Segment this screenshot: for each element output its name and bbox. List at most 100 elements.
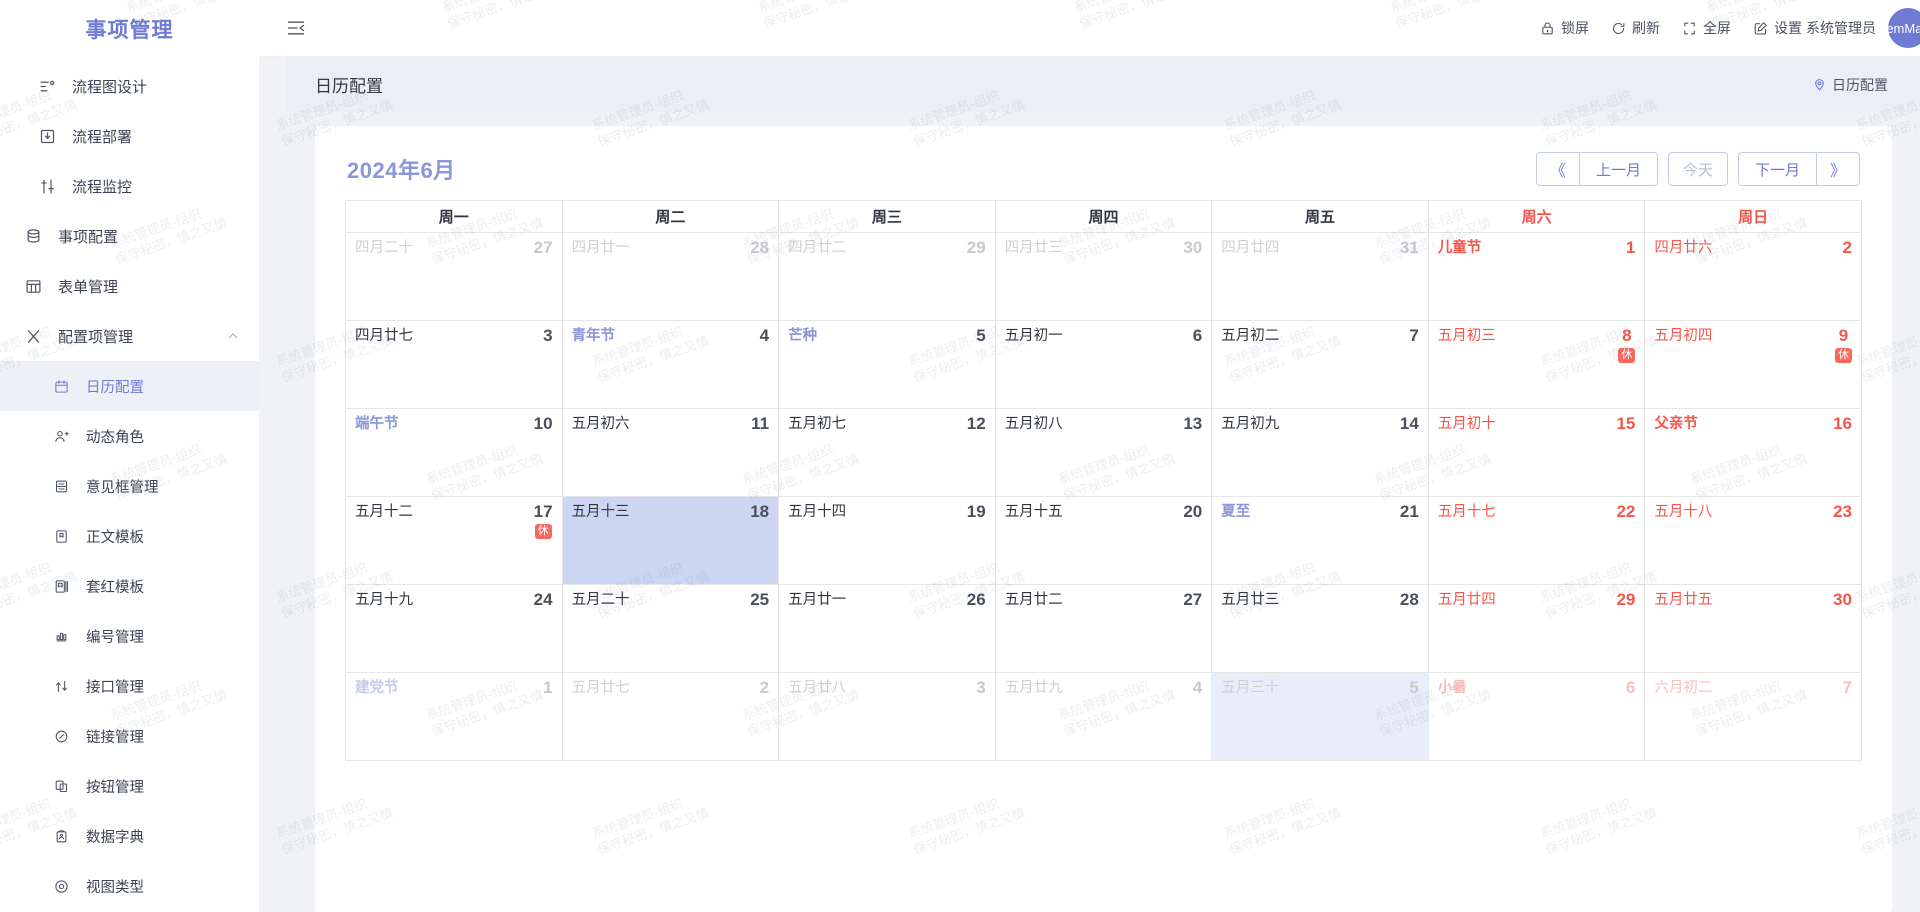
calendar-day-cell[interactable]: 端午节 10 — [345, 408, 563, 497]
calendar-cell-content: 五月初七 12 — [788, 415, 986, 433]
topbar-action-锁屏[interactable]: 锁屏 — [1540, 18, 1589, 38]
calendar-day-cell[interactable]: 四月廿三 30 — [994, 232, 1213, 321]
calendar-day-cell[interactable]: 五月初七 12 — [778, 408, 996, 497]
calendar-cell-content: 五月十七 22 — [1438, 503, 1636, 521]
avatar[interactable]: emMan — [1888, 8, 1920, 48]
calendar-day-cell[interactable]: 五月廿九 4 — [994, 672, 1213, 761]
calendar-day-cell[interactable]: 四月廿七 3 — [345, 320, 563, 409]
topbar-action-全屏[interactable]: 全屏 — [1682, 18, 1731, 38]
calendar-day-cell[interactable]: 四月廿一 28 — [561, 232, 780, 321]
calendar-day-cell[interactable]: 五月十二 17 休 — [345, 496, 563, 585]
sidebar-item-8[interactable]: 意见框管理 — [0, 461, 259, 511]
sidebar-item-6[interactable]: 日历配置 — [0, 361, 259, 411]
calendar-cell-content: 端午节 10 — [355, 415, 553, 433]
calendar-day-cell[interactable]: 五月初三 8 休 — [1427, 320, 1646, 409]
calendar-day-number-wrap: 17 休 — [534, 503, 553, 539]
calendar-lunar-label: 五月初九 — [1221, 416, 1280, 432]
calendar-day-number-wrap: 28 — [750, 239, 769, 257]
collapse-sidebar-icon[interactable] — [283, 15, 309, 41]
calendar-day-cell[interactable]: 四月廿四 31 — [1211, 232, 1429, 321]
sidebar-item-12[interactable]: 接口管理 — [0, 661, 259, 711]
calendar-day-cell[interactable]: 五月廿七 2 — [561, 672, 780, 761]
deploy-icon — [36, 125, 58, 147]
sidebar-item-1[interactable]: 流程部署 — [0, 111, 259, 161]
sidebar-item-0[interactable]: 流程图设计 — [0, 61, 259, 111]
calendar-day-cell[interactable]: 五月廿二 27 — [994, 584, 1213, 673]
sidebar-item-label: 配置项管理 — [58, 328, 134, 346]
last-month-button[interactable]: 》 — [1816, 152, 1860, 186]
calendar-day-cell[interactable]: 夏至 21 — [1211, 496, 1429, 585]
calendar-day-cell[interactable]: 五月初八 13 — [994, 408, 1213, 497]
calendar-day-cell[interactable]: 五月二十 25 — [561, 584, 780, 673]
calendar-day-cell[interactable]: 五月初一 6 — [994, 320, 1213, 409]
calendar-day-cell[interactable]: 儿童节 1 — [1427, 232, 1646, 321]
sidebar-item-16[interactable]: 视图类型 — [0, 861, 259, 911]
calendar-day-cell[interactable]: 四月廿六 2 — [1644, 232, 1862, 321]
calendar-day-cell[interactable]: 五月廿八 3 — [778, 672, 996, 761]
sidebar-item-11[interactable]: 编号管理 — [0, 611, 259, 661]
sidebar-item-7[interactable]: 动态角色 — [0, 411, 259, 461]
calendar-day-cell[interactable]: 五月廿四 29 — [1427, 584, 1646, 673]
sidebar-item-4[interactable]: 表单管理 — [0, 261, 259, 311]
sidebar-item-15[interactable]: 数据字典 — [0, 811, 259, 861]
calendar-day-number: 10 — [533, 414, 553, 433]
sidebar-item-5[interactable]: 配置项管理 — [0, 311, 259, 361]
calendar-day-cell[interactable]: 六月初二 7 — [1644, 672, 1862, 761]
calendar-day-number: 30 — [1833, 590, 1852, 609]
sidebar-item-14[interactable]: 按钮管理 — [0, 761, 259, 811]
calendar-day-cell[interactable]: 五月廿三 28 — [1211, 584, 1429, 673]
next-month-button[interactable]: 下一月 — [1737, 152, 1817, 186]
calendar-day-cell[interactable]: 建党节 1 — [345, 672, 563, 761]
calendar-day-cell[interactable]: 五月初九 14 — [1211, 408, 1429, 497]
calendar-day-cell[interactable]: 五月十九 24 — [345, 584, 563, 673]
calendar-day-number-wrap: 5 — [976, 327, 985, 345]
calendar-day-number: 29 — [966, 238, 986, 257]
sidebar-item-13[interactable]: 链接管理 — [0, 711, 259, 761]
calendar-day-cell[interactable]: 五月十八 23 — [1644, 496, 1862, 585]
calendar-day-cell[interactable]: 五月廿一 26 — [778, 584, 996, 673]
flow-design-icon — [36, 75, 58, 97]
calendar-day-cell[interactable]: 五月十七 22 — [1427, 496, 1646, 585]
calendar-day-cell[interactable]: 五月十五 20 — [994, 496, 1213, 585]
topbar-action-label: 全屏 — [1703, 20, 1731, 36]
calendar-day-cell[interactable]: 青年节 4 — [561, 320, 780, 409]
calendar-day-cell[interactable]: 小暑 6 — [1427, 672, 1646, 761]
calendar-day-cell[interactable]: 四月廿二 29 — [778, 232, 996, 321]
sidebar-item-label: 流程图设计 — [72, 78, 148, 96]
calendar-cell-content: 五月三十 5 — [1221, 679, 1419, 697]
sidebar-item-3[interactable]: 事项配置 — [0, 211, 259, 261]
calendar-day-cell[interactable]: 五月十四 19 — [778, 496, 996, 585]
calendar-cell-content: 四月二十 27 — [355, 239, 553, 257]
first-month-button[interactable]: 《 — [1535, 152, 1580, 186]
calendar-day-cell[interactable]: 五月三十 5 — [1211, 672, 1429, 761]
calendar-day-cell[interactable]: 五月十三 18 — [561, 496, 780, 585]
content-wrapper: 2024年6月 《 上一月 今天 下一月 》 周一 周二 周三 周四 周五 周六… — [259, 112, 1920, 912]
calendar-day-cell[interactable]: 父亲节 16 — [1644, 408, 1862, 497]
topbar-action-刷新[interactable]: 刷新 — [1611, 18, 1660, 38]
breadcrumb: 日历配置 — [1813, 75, 1888, 95]
sidebar-item-label: 接口管理 — [86, 679, 144, 696]
calendar-day-cell[interactable]: 芒种 5 — [778, 320, 996, 409]
today-button[interactable]: 今天 — [1667, 152, 1728, 186]
calendar-day-cell[interactable]: 五月初六 11 — [561, 408, 780, 497]
sidebar-item-2[interactable]: 流程监控 — [0, 161, 259, 211]
calendar-day-cell[interactable]: 五月初十 15 — [1427, 408, 1646, 497]
calendar-day-cell[interactable]: 五月廿五 30 — [1644, 584, 1862, 673]
prev-month-button[interactable]: 上一月 — [1579, 152, 1658, 186]
calendar-weekday: 周二 — [561, 200, 780, 233]
calendar-day-number: 26 — [966, 590, 986, 609]
sidebar-item-9[interactable]: 正文模板 — [0, 511, 259, 561]
calendar-day-cell[interactable]: 五月初二 7 — [1211, 320, 1429, 409]
topbar-action-设置[interactable]: 设置 — [1753, 18, 1802, 38]
calendar-lunar-label: 六月初二 — [1654, 680, 1713, 696]
calendar-day-cell[interactable]: 五月初四 9 休 — [1644, 320, 1862, 409]
calendar-day-number: 12 — [966, 414, 986, 433]
user-name[interactable]: 系统管理员 — [1806, 18, 1876, 38]
calendar-lunar-label: 五月二十 — [571, 592, 630, 608]
sidebar-item-10[interactable]: 套红模板 — [0, 561, 259, 611]
calendar-day-cell[interactable]: 四月二十 27 — [345, 232, 563, 321]
chevron-up-icon[interactable] — [227, 330, 239, 342]
calendar-day-number: 5 — [1409, 678, 1419, 697]
calendar-day-number-wrap: 1 — [543, 679, 552, 697]
sidebar-item-label: 编号管理 — [86, 629, 144, 646]
